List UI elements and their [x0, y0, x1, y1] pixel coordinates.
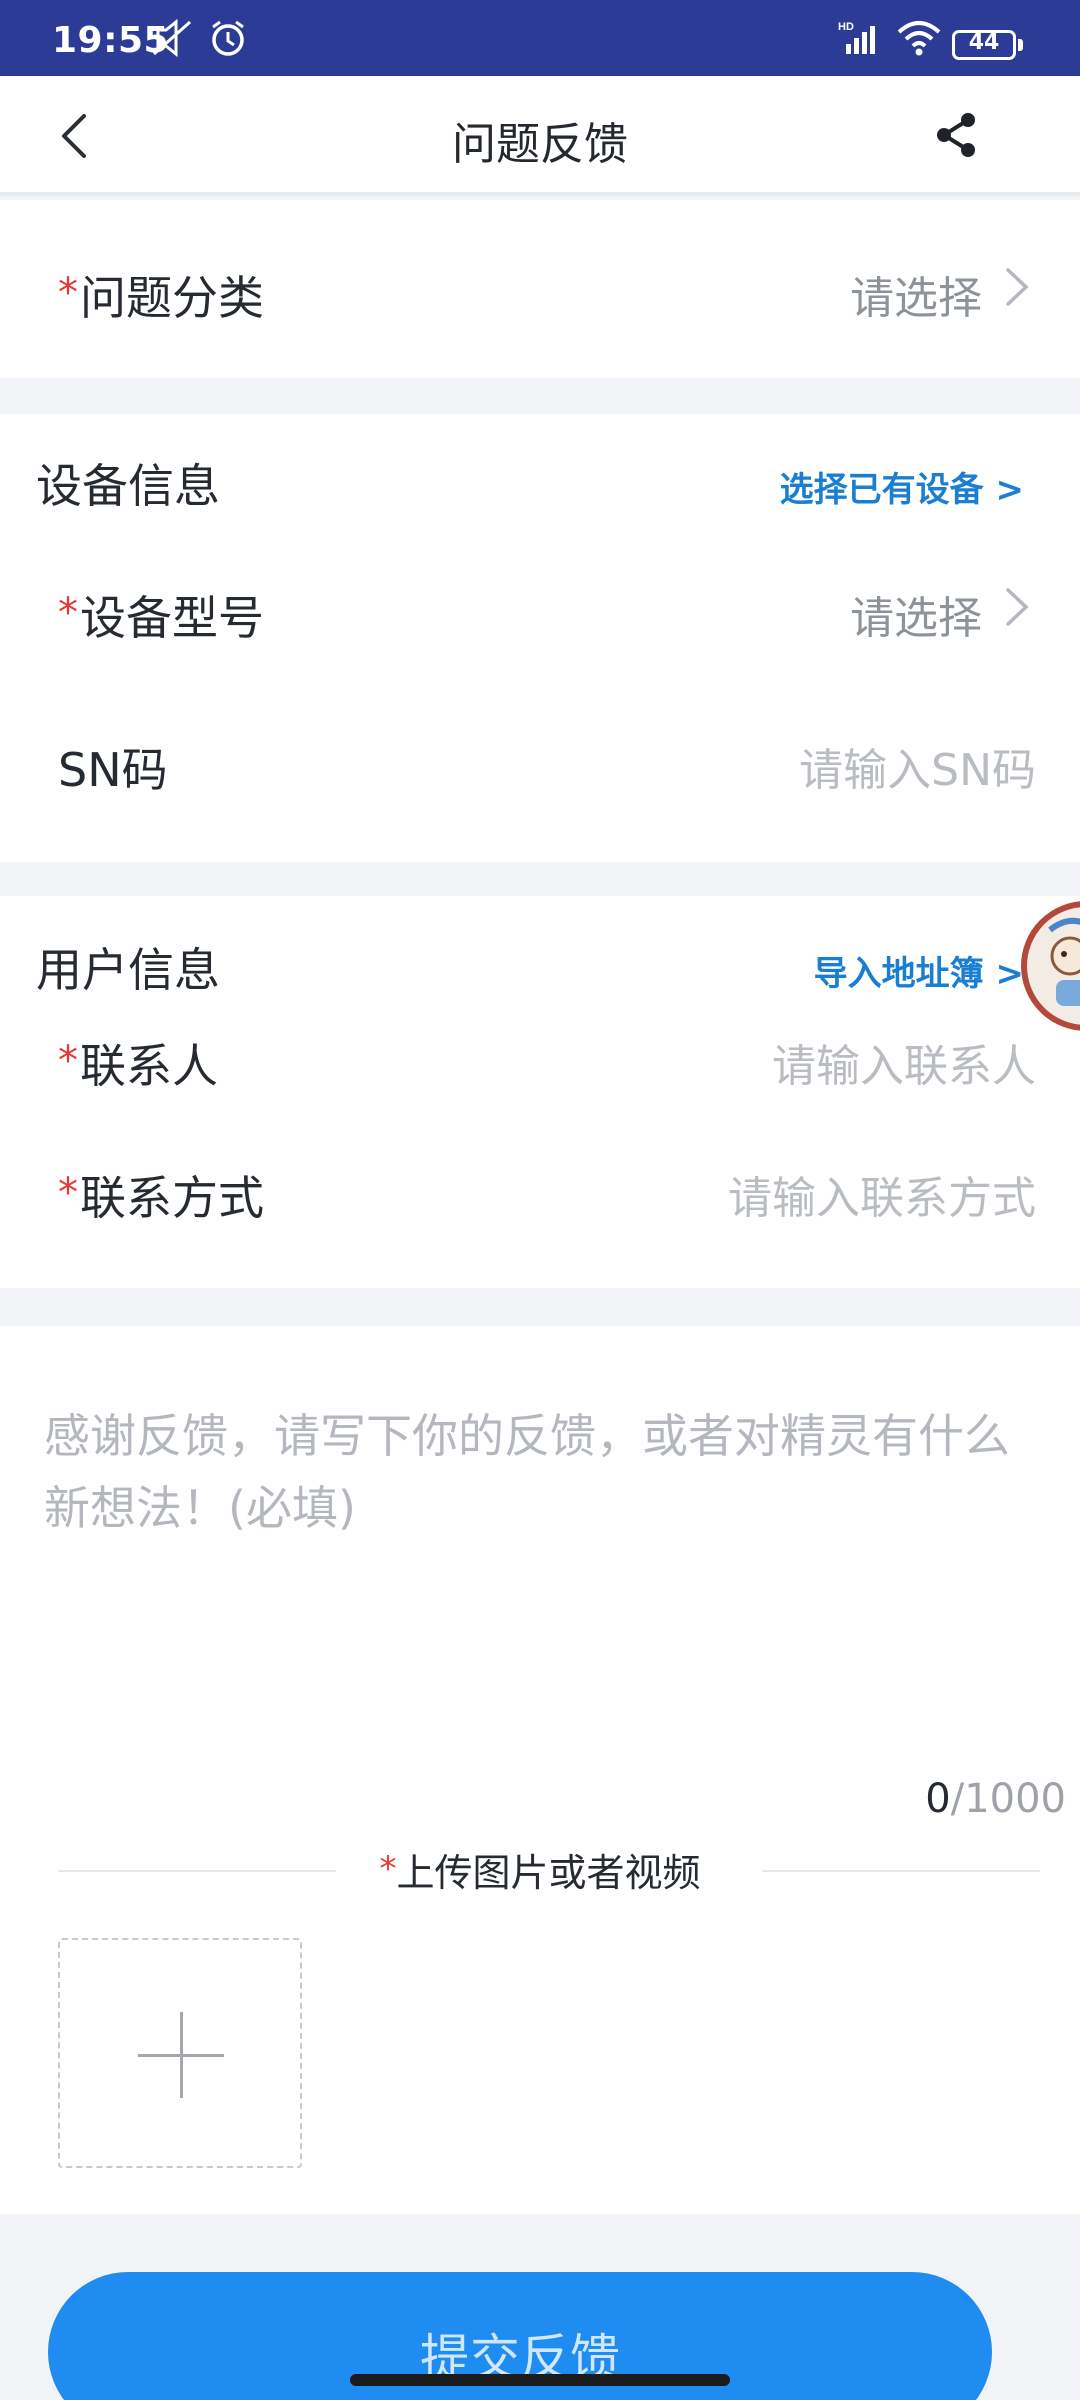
- required-mark: *: [58, 1038, 78, 1084]
- chevron-right-icon: [1006, 588, 1029, 626]
- required-mark: *: [58, 1170, 78, 1216]
- char-max: /1000: [950, 1776, 1066, 1822]
- share-icon[interactable]: [932, 110, 982, 160]
- feedback-textarea[interactable]: 感谢反馈，请写下你的反馈，或者对精灵有什么新想法！(必填): [44, 1400, 1044, 1544]
- char-counter: 0/1000: [925, 1776, 1066, 1822]
- contact-row: *联系人 请输入联系人: [0, 1030, 1080, 1093]
- sn-label: SN码: [58, 743, 168, 797]
- sn-input[interactable]: 请输入SN码: [799, 734, 1036, 798]
- svg-text:HD: HD: [838, 21, 854, 33]
- contact-label: *联系人: [58, 1038, 218, 1093]
- required-mark: *: [379, 1849, 397, 1889]
- sn-row: SN码 请输入SN码: [0, 734, 1080, 797]
- category-select[interactable]: 请选择: [850, 262, 982, 326]
- required-mark: *: [58, 590, 78, 636]
- device-model-select[interactable]: 请选择: [850, 582, 982, 646]
- status-bar: 19:55 HD 44: [0, 0, 1080, 76]
- char-count: 0: [925, 1776, 951, 1822]
- user-section-title: 用户信息: [36, 943, 220, 997]
- alarm-icon: [212, 20, 244, 56]
- feedback-card: 感谢反馈，请写下你的反馈，或者对精灵有什么新想法！(必填) 0/1000 *上传…: [0, 1326, 1080, 2214]
- select-device-link[interactable]: 选择已有设备 >: [780, 462, 1024, 511]
- import-address-link[interactable]: 导入地址簿 >: [814, 946, 1024, 995]
- user-card: 用户信息 导入地址簿 > *联系人 请输入联系人 *联系方式 请输入联系方式: [0, 896, 1080, 1288]
- page-title: 问题反馈: [452, 119, 628, 170]
- wifi-icon: [897, 21, 941, 56]
- contact-input[interactable]: 请输入联系人: [772, 1030, 1036, 1094]
- category-card: *问题分类 请选择: [0, 200, 1080, 378]
- device-card: 设备信息 选择已有设备 > *设备型号 请选择 SN码 请输入SN码: [0, 414, 1080, 862]
- mute-icon: [153, 18, 191, 58]
- upload-add-button[interactable]: [58, 1938, 302, 2168]
- battery-level: 44: [968, 30, 1000, 55]
- upload-title: *上传图片或者视频: [379, 1849, 701, 1895]
- device-model-label: *设备型号: [58, 590, 264, 645]
- signal-icon: HD: [838, 21, 875, 54]
- contact-method-input[interactable]: 请输入联系方式: [728, 1162, 1036, 1226]
- home-indicator[interactable]: [350, 2374, 730, 2386]
- nav-bar: 问题反馈: [0, 76, 1080, 196]
- contact-method-label: *联系方式: [58, 1170, 264, 1225]
- contact-method-row: *联系方式 请输入联系方式: [0, 1162, 1080, 1225]
- battery-icon: 44: [952, 30, 1023, 60]
- device-model-row[interactable]: *设备型号 请选择: [0, 582, 1080, 645]
- chevron-right-icon: [1006, 268, 1029, 306]
- device-section-title: 设备信息: [36, 459, 220, 513]
- mascot-float-icon[interactable]: [1020, 900, 1080, 1032]
- required-mark: *: [58, 270, 78, 316]
- category-row[interactable]: *问题分类 请选择: [0, 262, 1080, 325]
- category-label: *问题分类: [58, 270, 264, 325]
